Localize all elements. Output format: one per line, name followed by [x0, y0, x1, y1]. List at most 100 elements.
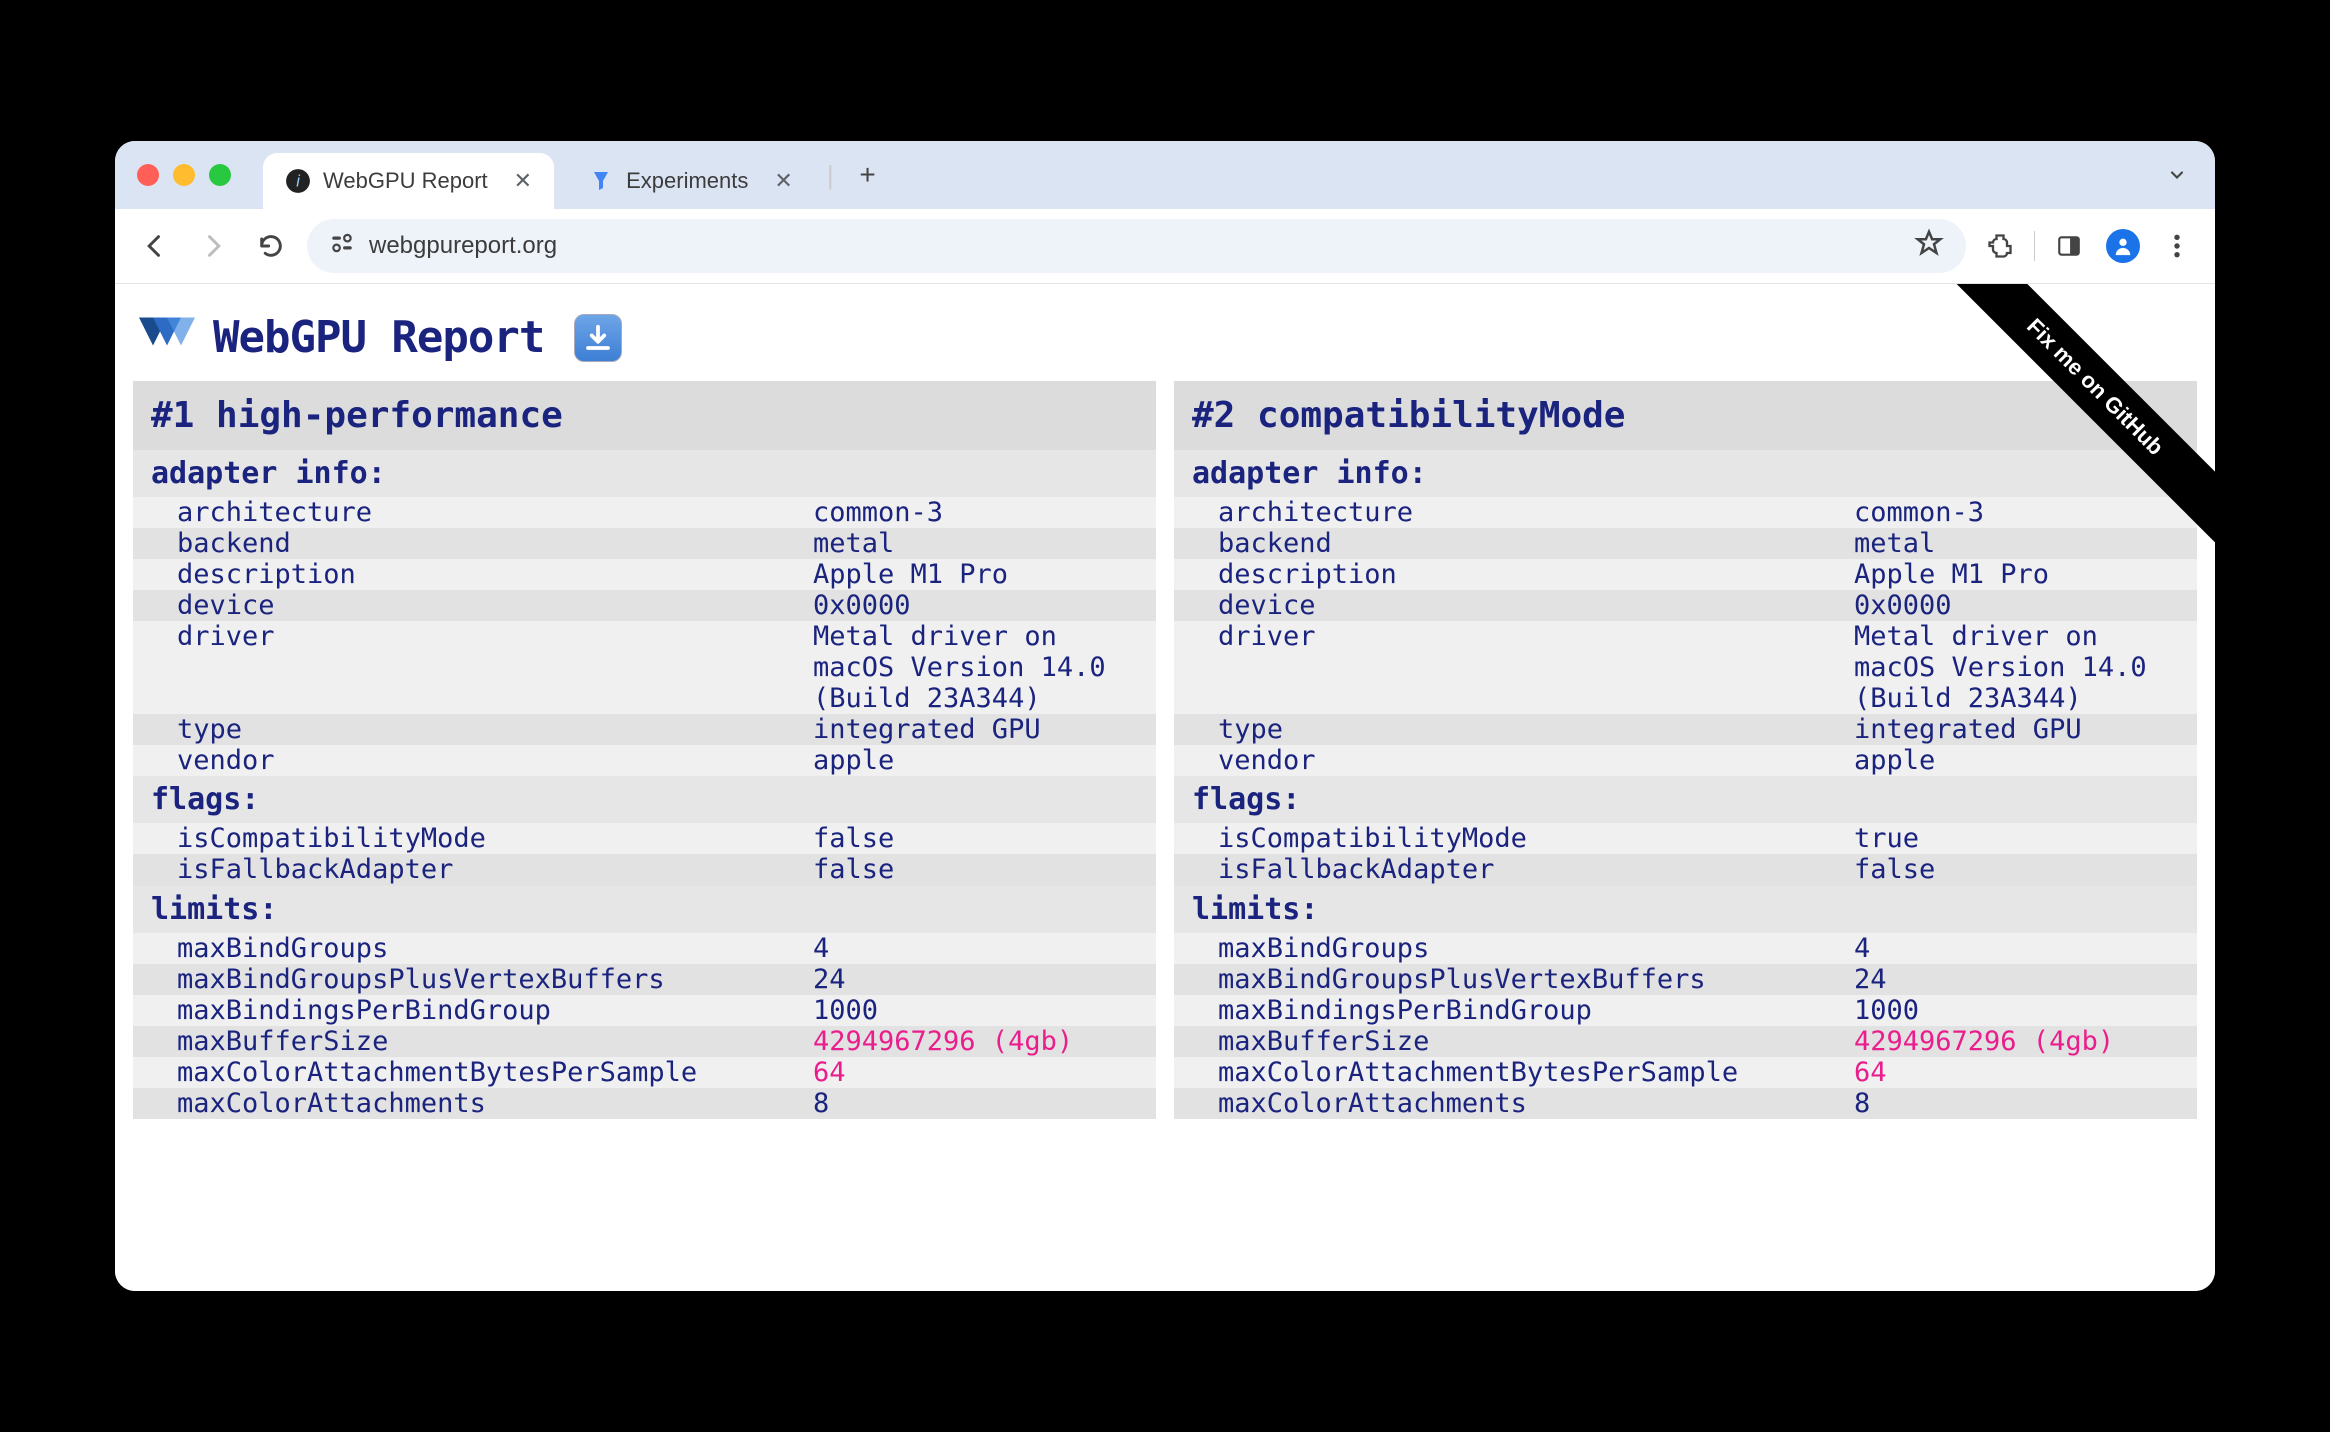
row-key: device: [133, 590, 813, 621]
row-value: 8: [813, 1088, 1156, 1119]
row-key: vendor: [133, 745, 813, 776]
row-key: driver: [1174, 621, 1854, 714]
forward-button[interactable]: [191, 224, 235, 268]
row-key: maxBindGroups: [133, 933, 813, 964]
page-content: WebGPU Report #1 high-performanceadapter…: [115, 284, 2215, 1291]
favicon-icon: [588, 168, 614, 194]
close-window-button[interactable]: [137, 164, 159, 186]
row-key: isFallbackAdapter: [1174, 854, 1854, 885]
profile-avatar[interactable]: [2103, 226, 2143, 266]
row-key: isCompatibilityMode: [1174, 823, 1854, 854]
menu-icon[interactable]: [2157, 226, 2197, 266]
row-value: common-3: [1854, 497, 2197, 528]
tab-strip: i WebGPU Report ✕ Experiments ✕ | +: [115, 141, 2215, 209]
data-row: maxColorAttachments8: [1174, 1088, 2197, 1119]
row-value: Apple M1 Pro: [813, 559, 1156, 590]
site-settings-icon[interactable]: [329, 230, 355, 263]
row-value: 8: [1854, 1088, 2197, 1119]
row-key: description: [133, 559, 813, 590]
extensions-icon[interactable]: [1980, 226, 2020, 266]
row-value: 4: [1854, 933, 2197, 964]
tab-title: WebGPU Report: [323, 168, 488, 194]
data-row: device0x0000: [1174, 590, 2197, 621]
row-key: maxColorAttachments: [1174, 1088, 1854, 1119]
maximize-window-button[interactable]: [209, 164, 231, 186]
address-bar[interactable]: webgpureport.org: [307, 219, 1966, 273]
row-key: isCompatibilityMode: [133, 823, 813, 854]
section-header: adapter info:: [1174, 450, 2197, 497]
new-tab-button[interactable]: +: [846, 153, 890, 197]
data-row: maxBindGroupsPlusVertexBuffers24: [133, 964, 1156, 995]
row-key: maxColorAttachmentBytesPerSample: [133, 1057, 813, 1088]
row-key: maxBufferSize: [133, 1026, 813, 1057]
row-key: maxBufferSize: [1174, 1026, 1854, 1057]
data-row: maxBufferSize4294967296 (4gb): [1174, 1026, 2197, 1057]
row-value: common-3: [813, 497, 1156, 528]
data-row: isFallbackAdapterfalse: [1174, 854, 2197, 885]
data-row: typeintegrated GPU: [133, 714, 1156, 745]
row-value: 64: [1854, 1057, 2197, 1088]
data-row: isCompatibilityModetrue: [1174, 823, 2197, 854]
data-row: architecturecommon-3: [133, 497, 1156, 528]
row-value: integrated GPU: [1854, 714, 2197, 745]
download-button[interactable]: [574, 314, 622, 362]
row-key: vendor: [1174, 745, 1854, 776]
row-value: 4294967296 (4gb): [1854, 1026, 2197, 1057]
back-button[interactable]: [133, 224, 177, 268]
row-value: true: [1854, 823, 2197, 854]
favicon-icon: i: [285, 168, 311, 194]
section-header: limits:: [1174, 886, 2197, 933]
data-row: maxBindGroups4: [133, 933, 1156, 964]
svg-text:i: i: [296, 172, 300, 190]
window-controls: [137, 164, 231, 186]
separator: [2034, 231, 2035, 261]
sidepanel-icon[interactable]: [2049, 226, 2089, 266]
row-key: maxBindingsPerBindGroup: [1174, 995, 1854, 1026]
row-value: metal: [1854, 528, 2197, 559]
browser-tab-active[interactable]: i WebGPU Report ✕: [263, 153, 554, 209]
adapter-column: #1 high-performanceadapter info:architec…: [133, 381, 1156, 1119]
data-row: backendmetal: [133, 528, 1156, 559]
row-key: architecture: [133, 497, 813, 528]
row-value: apple: [1854, 745, 2197, 776]
data-row: descriptionApple M1 Pro: [1174, 559, 2197, 590]
row-key: device: [1174, 590, 1854, 621]
minimize-window-button[interactable]: [173, 164, 195, 186]
row-value: integrated GPU: [813, 714, 1156, 745]
webgpu-logo-icon: [139, 316, 195, 360]
data-row: backendmetal: [1174, 528, 2197, 559]
data-row: device0x0000: [133, 590, 1156, 621]
data-row: typeintegrated GPU: [1174, 714, 2197, 745]
browser-tab[interactable]: Experiments ✕: [566, 153, 815, 209]
row-key: maxBindGroupsPlusVertexBuffers: [133, 964, 813, 995]
row-key: driver: [133, 621, 813, 714]
row-value: apple: [813, 745, 1156, 776]
page-title: WebGPU Report: [213, 312, 544, 363]
close-tab-icon[interactable]: ✕: [774, 168, 792, 194]
row-value: 24: [1854, 964, 2197, 995]
row-value: 64: [813, 1057, 1156, 1088]
row-value: Metal driver on macOS Version 14.0 (Buil…: [813, 621, 1156, 714]
row-key: type: [1174, 714, 1854, 745]
row-key: maxBindGroupsPlusVertexBuffers: [1174, 964, 1854, 995]
close-tab-icon[interactable]: ✕: [514, 168, 532, 194]
row-key: backend: [1174, 528, 1854, 559]
page-header: WebGPU Report: [115, 284, 2215, 381]
data-row: maxBindGroupsPlusVertexBuffers24: [1174, 964, 2197, 995]
data-row: driverMetal driver on macOS Version 14.0…: [133, 621, 1156, 714]
data-row: maxColorAttachmentBytesPerSample64: [133, 1057, 1156, 1088]
tab-dropdown-icon[interactable]: [2157, 155, 2197, 195]
row-key: description: [1174, 559, 1854, 590]
reload-button[interactable]: [249, 224, 293, 268]
section-header: flags:: [1174, 776, 2197, 823]
row-key: maxBindingsPerBindGroup: [133, 995, 813, 1026]
adapter-columns: #1 high-performanceadapter info:architec…: [115, 381, 2215, 1119]
bookmark-star-icon[interactable]: [1914, 228, 1944, 265]
data-row: maxBindGroups4: [1174, 933, 2197, 964]
row-value: 4: [813, 933, 1156, 964]
data-row: maxBufferSize4294967296 (4gb): [133, 1026, 1156, 1057]
row-key: type: [133, 714, 813, 745]
data-row: vendorapple: [1174, 745, 2197, 776]
browser-toolbar: webgpureport.org: [115, 209, 2215, 284]
row-value: 24: [813, 964, 1156, 995]
